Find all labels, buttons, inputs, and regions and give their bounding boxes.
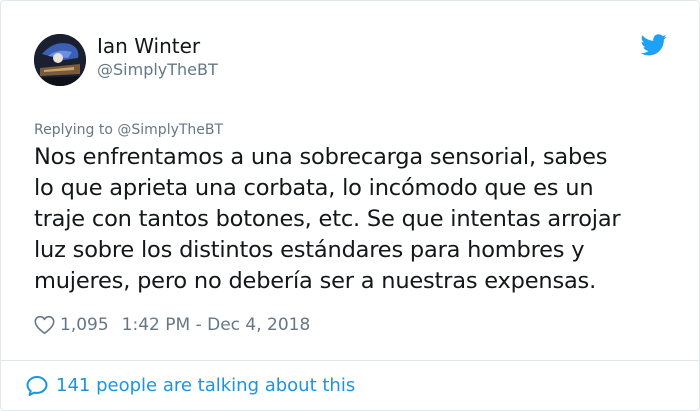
timestamp-link[interactable]: 1:42 PM - Dec 4, 2018	[122, 313, 311, 337]
tweet-line: lo que aprieta una corbata, lo incómodo …	[34, 175, 594, 201]
conversation-label: 141 people are talking about this	[56, 375, 356, 396]
author-name[interactable]: Ian Winter	[97, 34, 200, 58]
replying-prefix: Replying to	[34, 122, 118, 138]
twitter-bird-icon[interactable]	[640, 34, 667, 56]
tweet-line: luz sobre los distintos estándares para …	[34, 237, 585, 263]
heart-icon[interactable]	[34, 315, 55, 335]
like-count[interactable]: 1,095	[60, 313, 109, 337]
speech-bubble-icon	[25, 374, 49, 398]
reply-mention-link[interactable]: @SimplyTheBT	[117, 122, 223, 138]
avatar[interactable]	[34, 34, 86, 86]
tweet-line: Nos enfrentamos a una sobrecarga sensori…	[34, 144, 608, 170]
avatar-image	[34, 34, 86, 86]
tweet-line: mujeres, pero no debería ser a nuestras …	[34, 268, 597, 294]
divider	[1, 360, 699, 361]
tweet-text: Nos enfrentamos a una sobrecarga sensori…	[34, 142, 684, 297]
author-handle[interactable]: @SimplyTheBT	[97, 60, 218, 80]
tweet-line: traje con tantos botones, etc. Se que in…	[34, 206, 621, 232]
replying-to: Replying to @SimplyTheBT	[34, 121, 223, 139]
tweet-card: Ian Winter @SimplyTheBT Replying to @Sim…	[0, 0, 700, 411]
tweet-meta: 1,095 1:42 PM - Dec 4, 2018	[34, 313, 310, 337]
conversation-link[interactable]: 141 people are talking about this	[25, 373, 355, 399]
